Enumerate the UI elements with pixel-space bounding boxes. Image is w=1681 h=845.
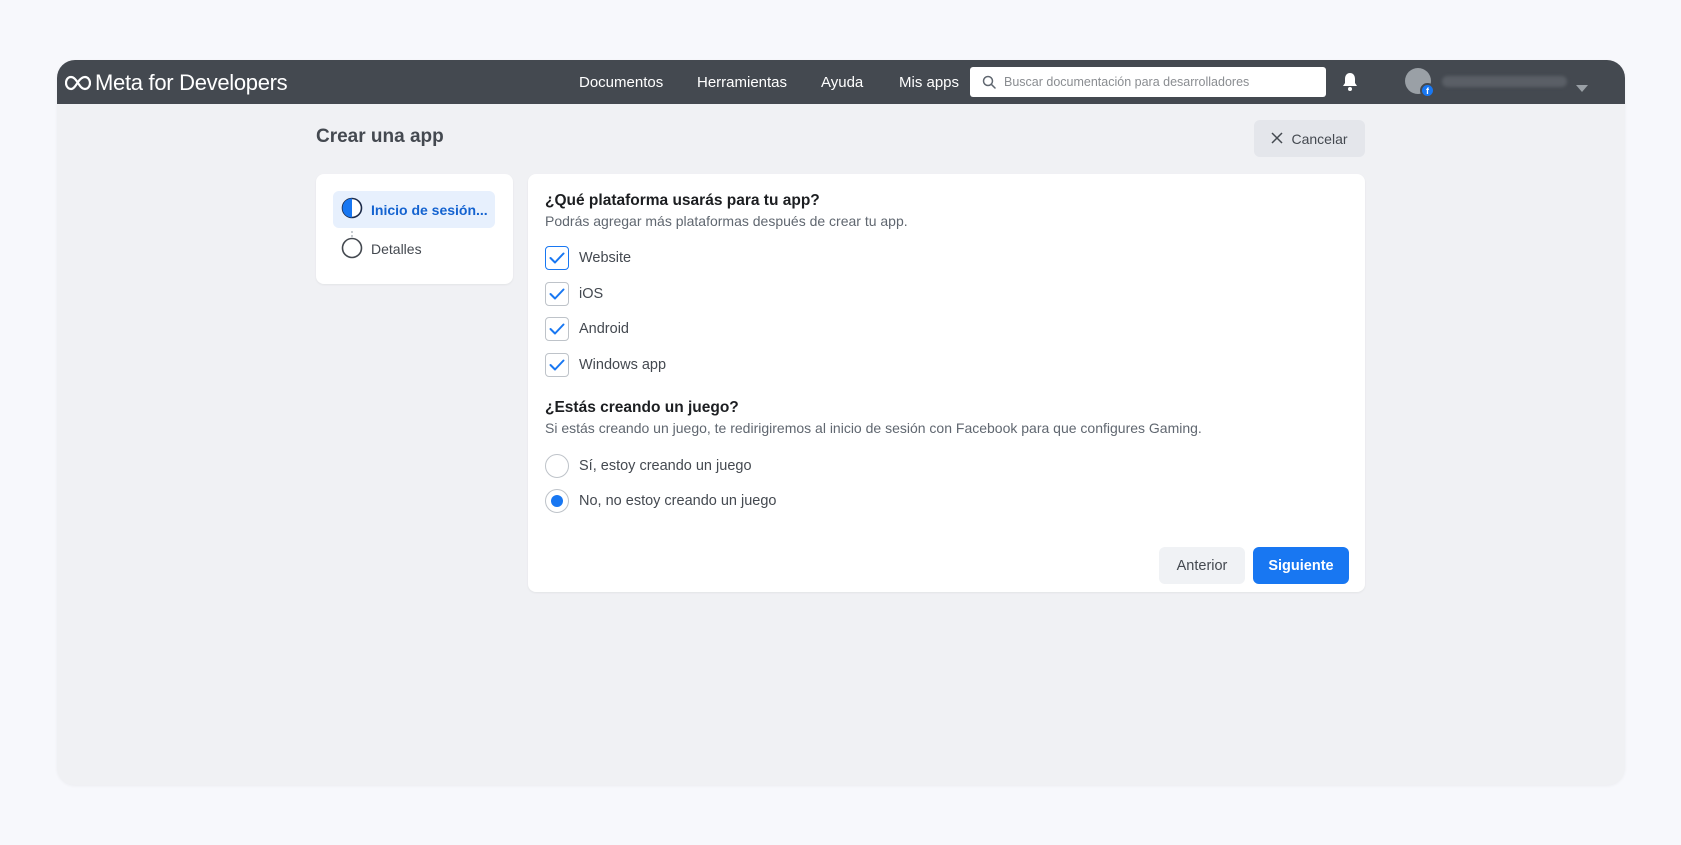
game-question: ¿Estás creando un juego? (545, 399, 739, 416)
option-label: No, no estoy creando un juego (579, 493, 777, 509)
user-avatar[interactable]: f (1405, 68, 1435, 98)
page-title: Crear una app (316, 126, 444, 147)
checkbox-windows-app[interactable] (545, 353, 569, 377)
cancel-button[interactable]: Cancelar (1254, 120, 1365, 157)
brand-name: Meta for Developers (95, 70, 288, 95)
nav-mis-apps[interactable]: Mis apps (899, 74, 959, 91)
half-circle-progress-icon (341, 197, 363, 222)
close-icon (1271, 131, 1284, 147)
notifications-bell-icon[interactable] (1341, 72, 1359, 97)
brand-logo[interactable]: Meta for Developers (65, 70, 288, 96)
checkbox-android[interactable] (545, 317, 569, 341)
platform-hint: Podrás agregar más plataformas después d… (545, 213, 908, 229)
empty-circle-icon (341, 237, 363, 262)
option-no-game[interactable]: No, no estoy creando un juego (545, 489, 777, 513)
radio-selected-dot (551, 495, 563, 507)
option-website[interactable]: Website (545, 246, 631, 270)
checkmark-icon (549, 323, 565, 335)
step-label: Detalles (371, 241, 422, 257)
facebook-badge-icon: f (1420, 83, 1435, 98)
game-hint: Si estás creando un juego, te redirigire… (545, 420, 1202, 436)
nav-ayuda[interactable]: Ayuda (821, 74, 863, 91)
next-button[interactable]: Siguiente (1253, 547, 1349, 584)
checkmark-icon (549, 288, 565, 300)
checkbox-ios[interactable] (545, 282, 569, 306)
cancel-label: Cancelar (1291, 130, 1348, 147)
search-input[interactable] (1004, 75, 1304, 89)
option-ios[interactable]: iOS (545, 282, 603, 306)
option-label: Sí, estoy creando un juego (579, 458, 752, 474)
step-label: Inicio de sesión... (371, 201, 488, 218)
top-navigation-bar: Meta for Developers Documentos Herramien… (57, 60, 1625, 104)
option-label: Windows app (579, 357, 667, 373)
app-window: Meta for Developers Documentos Herramien… (57, 60, 1625, 785)
checkmark-icon (549, 252, 565, 264)
meta-infinity-icon (65, 75, 91, 91)
search-box[interactable] (970, 67, 1326, 97)
search-icon (982, 75, 996, 89)
steps-panel: Inicio de sesión... Detalles (316, 174, 513, 284)
step-login[interactable]: Inicio de sesión... (333, 191, 495, 228)
radio-no-game[interactable] (545, 489, 569, 513)
option-windows-app[interactable]: Windows app (545, 353, 666, 377)
checkbox-website[interactable] (545, 246, 569, 270)
nav-herramientas[interactable]: Herramientas (697, 74, 787, 91)
checkmark-icon (549, 359, 565, 371)
platform-question: ¿Qué plataforma usarás para tu app? (545, 192, 820, 209)
nav-documentos[interactable]: Documentos (579, 74, 663, 91)
step-details[interactable]: Detalles (333, 237, 422, 261)
previous-button[interactable]: Anterior (1159, 547, 1245, 584)
option-yes-game[interactable]: Sí, estoy creando un juego (545, 454, 752, 478)
radio-yes-game[interactable] (545, 454, 569, 478)
option-android[interactable]: Android (545, 317, 629, 341)
option-label: Android (579, 321, 629, 337)
account-name-redacted (1442, 76, 1567, 87)
option-label: iOS (579, 286, 604, 302)
chevron-down-icon[interactable] (1576, 79, 1588, 97)
create-app-form: ¿Qué plataforma usarás para tu app? Podr… (528, 174, 1365, 592)
option-label: Website (579, 250, 632, 266)
